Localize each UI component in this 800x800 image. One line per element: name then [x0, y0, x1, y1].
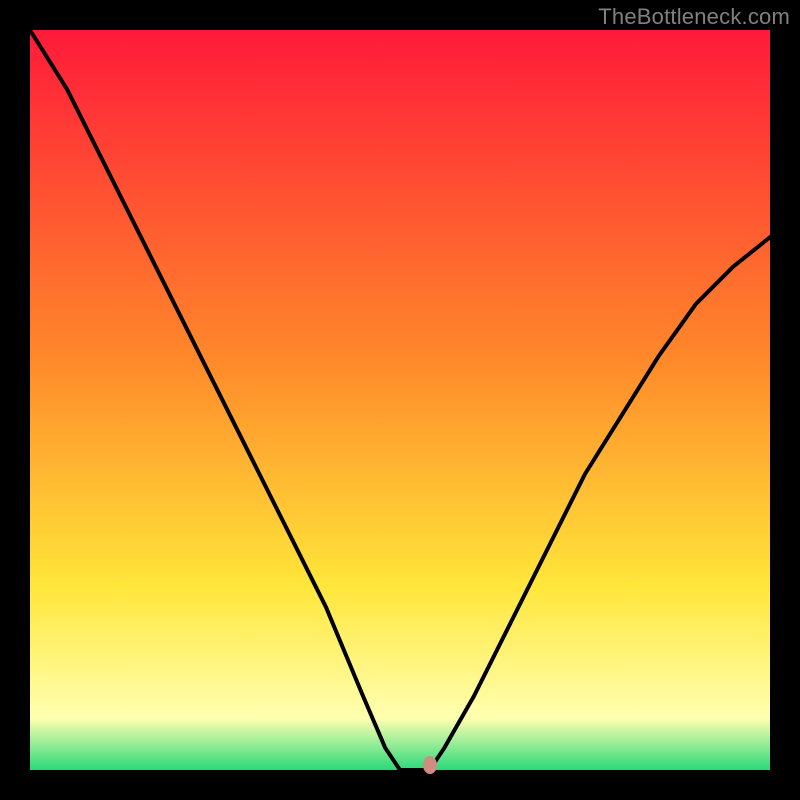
- optimal-marker: [423, 756, 437, 774]
- chart-frame: TheBottleneck.com: [0, 0, 800, 800]
- curve-path: [30, 30, 770, 770]
- bottleneck-curve: [30, 30, 770, 770]
- watermark-text: TheBottleneck.com: [598, 4, 790, 30]
- plot-area: [30, 30, 770, 770]
